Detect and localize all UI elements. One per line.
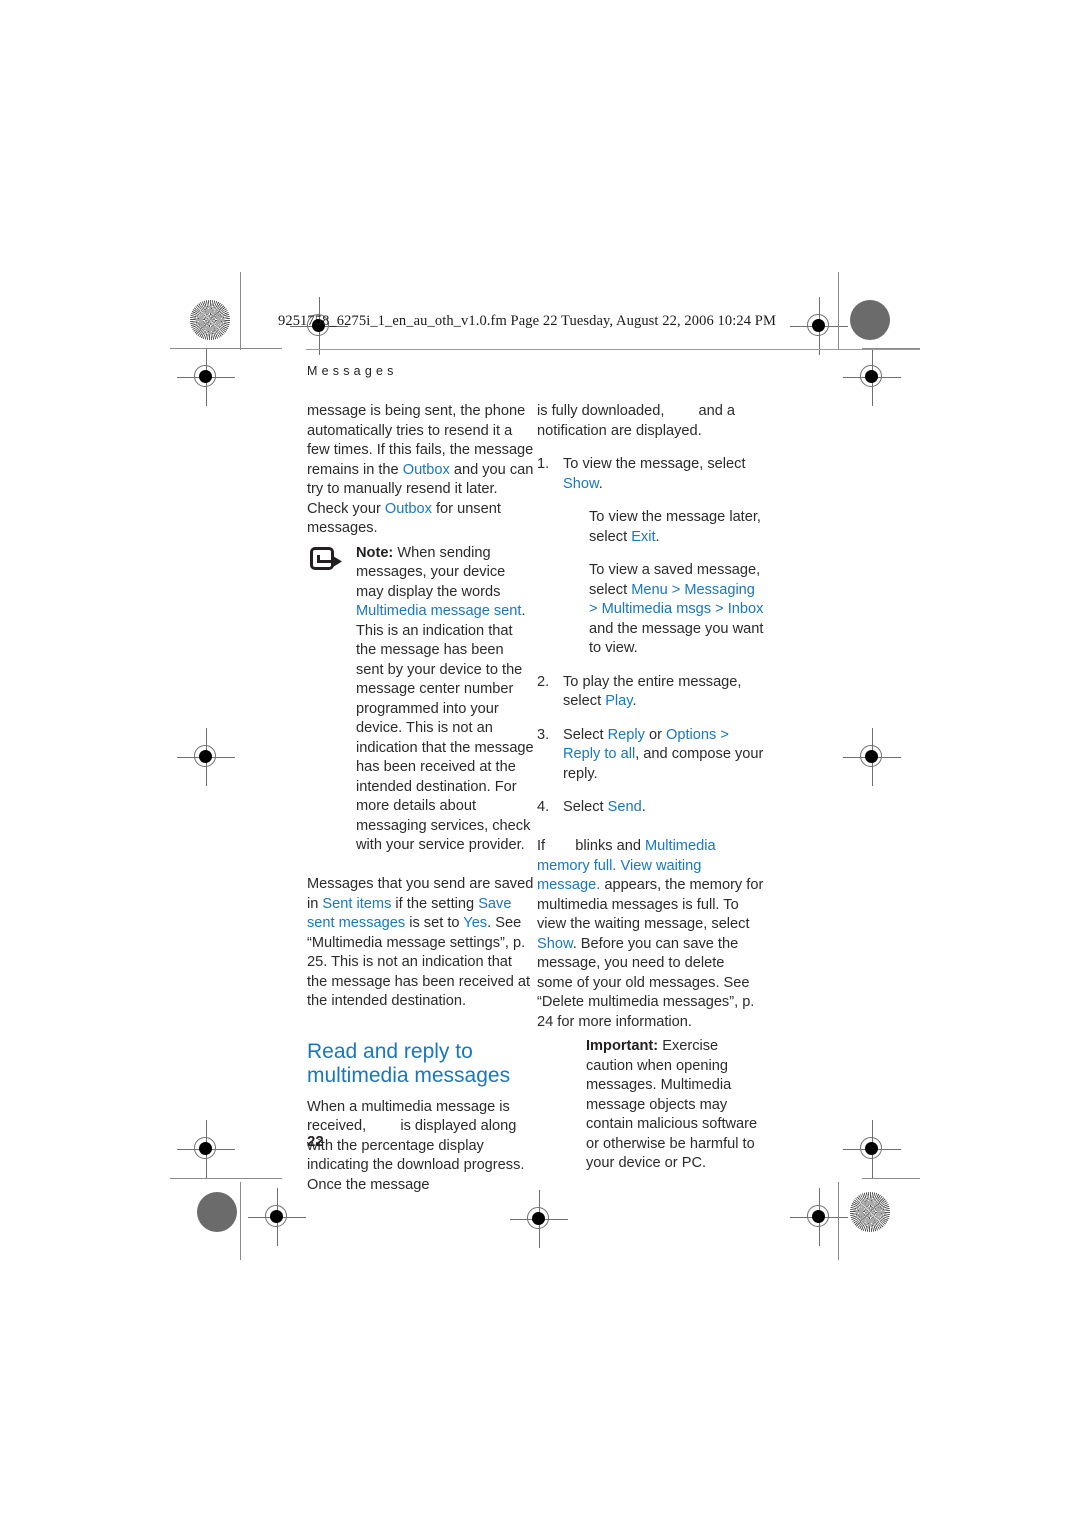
term-show-2: Show [537,935,573,952]
registration-mark-top-left-outer [177,348,235,406]
note-callout: Note: When sending messages, your device… [307,544,534,856]
step-1: 1. To view the message, select Show. To v… [537,455,764,659]
paragraph-memory-full: If blinks and Multimedia memory full. Vi… [537,837,764,1032]
spacer-after-steps [537,818,764,838]
chapter-title: Messages [307,364,398,378]
step-1-number: 1. [537,456,550,472]
registration-mark-bottom-center [510,1190,568,1248]
term-multimedia-message-sent: Multimedia message sent [356,603,522,619]
note-body: Note: When sending messages, your device… [356,544,534,856]
term-yes: Yes [463,915,488,931]
trim-line-bottom-left [170,1178,282,1179]
step-2-text-2: . [632,693,637,709]
sent-text-2: if the setting [391,895,479,912]
term-outbox-2: Outbox [384,500,432,517]
step-1-sub-later: To view the message later, select Exit. [563,508,764,547]
step-4-text-2: . [641,799,646,815]
term-show-1: Show [563,475,599,492]
note-label: Note: [356,544,394,561]
section-heading-read-and-reply: Read and reply to multimedia messages [307,1039,511,1088]
registration-mark-bottom-right-inner [790,1188,848,1246]
term-multimedia-msgs: Multimedia msgs [601,601,712,617]
step-4-text-1: Select [563,799,608,815]
step-4-number: 4. [537,799,550,815]
term-options: Options [666,726,717,743]
term-outbox-1: Outbox [402,461,450,478]
term-reply-to-all: Reply to all [563,746,636,762]
term-exit: Exit [631,528,656,545]
term-play: Play [605,693,633,709]
sub-b-text-2: and the message you want to view. [589,620,764,657]
step-4: 4. Select Send. [537,798,764,818]
term-inbox: Inbox [727,601,764,617]
solid-dot-mark-bottom-left [197,1192,237,1232]
registration-mark-top-right-outer [843,348,901,406]
important-label: Important: [586,1038,659,1054]
registration-mark-mid-right [843,728,901,786]
spacer-after-note [307,856,534,876]
step-3-text-1: Select [563,726,608,743]
note-arrow-icon [310,546,344,573]
note-text-2: . This is an indication that the message… [356,603,534,853]
rosette-mark-bottom-right [850,1192,890,1232]
solid-dot-mark-top-right [850,300,890,340]
sub-a-text-2: . [655,528,660,545]
trim-line-bottom-right [862,1178,920,1179]
rosette-mark-top-left [190,300,230,340]
memory-text-1: If [537,838,550,854]
trim-line-bottom-right-vert [838,1182,839,1260]
step-3: 3. Select Reply or Options > Reply to all… [537,726,764,785]
steps-list: 1. To view the message, select Show. To v… [537,455,764,818]
step-2-number: 2. [537,673,550,690]
right-column: is fully downloaded, and a notification … [537,402,764,1174]
registration-mark-bottom-left-inner [248,1188,306,1246]
step-1-text-1: To view the message, select [563,456,746,472]
sent-text-3: is set to [405,915,464,931]
file-header-line: 9251758_6275i_1_en_au_oth_v1.0.fm Page 2… [278,313,776,329]
important-callout: Important: Exercise caution when opening… [537,1037,764,1174]
sub-a-text-1: To view the message later, select [589,509,761,545]
paragraph-resend: message is being sent, the phone automat… [307,402,534,539]
important-body: Important: Exercise caution when opening… [586,1037,764,1174]
registration-mark-mid-left [177,728,235,786]
trim-line-top-left [170,348,282,349]
paragraph-receive: When a multimedia message is received, i… [307,1098,534,1196]
term-messaging: Messaging [684,581,755,598]
header-rule [306,349,920,350]
term-menu: Menu [631,581,668,598]
trim-line-bottom-left-vert [240,1182,241,1260]
step-2: 2. To play the entire message, select Pla… [537,673,764,712]
registration-mark-bottom-left-outer [177,1120,235,1178]
term-reply: Reply [607,726,645,743]
sep-1: > [667,581,685,598]
step-1-sub-saved: To view a saved message, select Menu > M… [563,561,764,659]
sep-4: > [716,726,729,743]
memory-text-2: blinks and [571,838,645,854]
page-number: 22 [307,1133,324,1150]
step-1-text-2: . [598,475,603,492]
registration-mark-bottom-right-outer [843,1120,901,1178]
term-send: Send [607,799,642,815]
step-2-text-1: To play the entire message, select [563,673,742,710]
paragraph-downloaded: is fully downloaded, and a notification … [537,402,764,441]
downloaded-text-1: is fully downloaded, [537,403,669,419]
registration-mark-top-right-inner [790,297,848,355]
important-text: Exercise caution when opening messages. … [586,1038,758,1171]
step-3-number: 3. [537,726,550,743]
sep-3: > [711,601,728,617]
paragraph-sent-items: Messages that you send are saved in Sent… [307,875,534,1012]
left-column: message is being sent, the phone automat… [307,402,534,1195]
term-sent-items: Sent items [322,895,392,912]
step-3-text-2: or [644,726,667,743]
sep-2: > [589,601,602,617]
trim-line-top-left-vert [240,272,241,350]
trim-line-top-right-vert [838,272,839,350]
